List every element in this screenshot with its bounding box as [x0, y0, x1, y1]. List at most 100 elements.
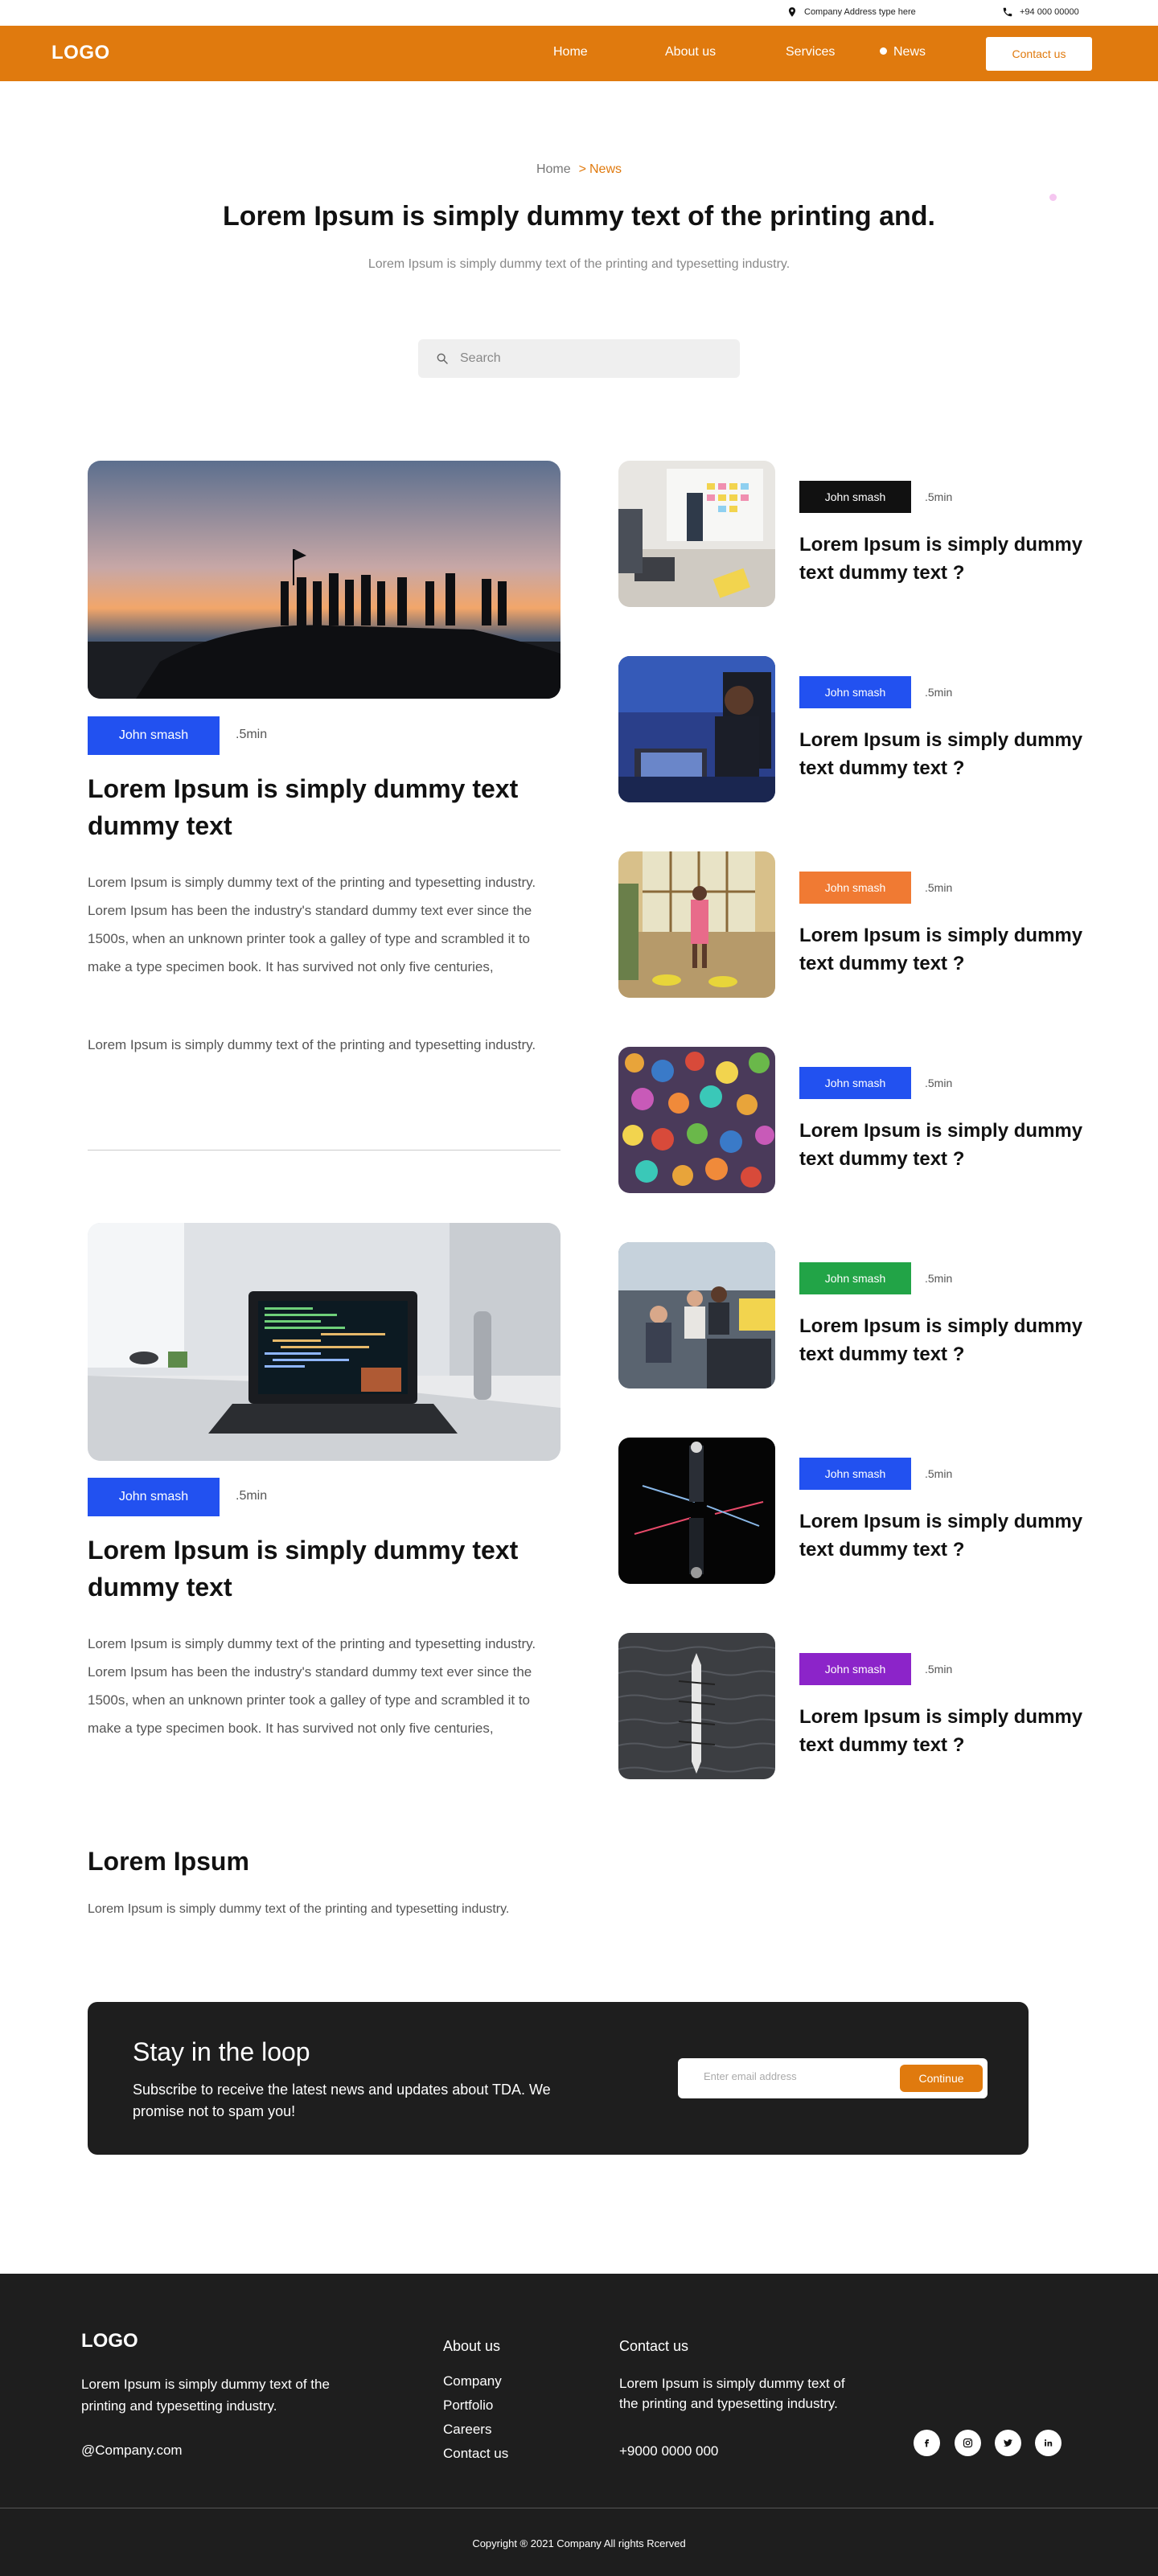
footer-phone[interactable]: +9000 0000 000 [619, 2443, 718, 2459]
side-post-title[interactable]: Lorem Ipsum is simply dummy text dummy t… [799, 1117, 1105, 1173]
section-body: Lorem Ipsum is simply dummy text of the … [88, 1902, 510, 1916]
contact-us-button[interactable]: Contact us [986, 37, 1092, 71]
featured-title[interactable]: Lorem Ipsum is simply dummy text dummy t… [88, 770, 538, 844]
section-divider [88, 1150, 561, 1151]
newsletter-title: Stay in the loop [133, 2037, 310, 2066]
sunset-silhouette-image [88, 461, 561, 699]
featured-image-laptop[interactable] [88, 1223, 561, 1461]
featured-title[interactable]: Lorem Ipsum is simply dummy text dummy t… [88, 1532, 538, 1606]
read-time: .5min [925, 1663, 953, 1676]
newsletter-body: Subscribe to receive the latest news and… [133, 2082, 551, 2119]
side-post-title[interactable]: Lorem Ipsum is simply dummy text dummy t… [799, 1312, 1105, 1368]
continue-button[interactable]: Continue [900, 2065, 983, 2092]
puzzle-pieces-image [618, 1047, 775, 1193]
nav-home[interactable]: Home [553, 45, 588, 59]
section-heading: Lorem Ipsum [88, 1847, 249, 1876]
nav-services[interactable]: Services [786, 45, 835, 59]
instagram-icon[interactable] [955, 2430, 981, 2456]
side-post-title[interactable]: Lorem Ipsum is simply dummy text dummy t… [799, 921, 1105, 978]
newsletter-panel: Stay in the loop Subscribe to receive th… [88, 2002, 1029, 2155]
read-time: .5min [925, 881, 953, 894]
page-subtitle: Lorem Ipsum is simply dummy text of the … [368, 257, 790, 271]
whiteboard-meeting-image [618, 461, 775, 607]
newsletter-form: Continue [678, 2058, 988, 2098]
address-info: Company Address type here [786, 6, 916, 18]
footer-contact-text: Lorem Ipsum is simply dummy text of the … [619, 2376, 845, 2411]
read-time: .5min [925, 1272, 953, 1285]
side-post-image[interactable] [618, 461, 775, 607]
author-badge[interactable]: John smash [799, 676, 911, 708]
footer-contact-heading: Contact us [619, 2338, 689, 2354]
read-time: .5min [236, 728, 268, 741]
address-text: Company Address type here [804, 7, 916, 17]
side-post-title[interactable]: Lorem Ipsum is simply dummy text dummy t… [799, 1507, 1105, 1564]
featured-image-sunset[interactable] [88, 461, 561, 699]
main-header: LOGO Home About us Services News Contact… [0, 26, 1158, 81]
author-badge[interactable]: John smash [799, 1653, 911, 1685]
side-post-image[interactable] [618, 851, 775, 998]
facebook-icon[interactable] [914, 2430, 940, 2456]
woman-laptop-image [618, 656, 775, 802]
phone-icon [1003, 7, 1012, 17]
side-post-image[interactable] [618, 1633, 775, 1779]
nav-news-label: News [893, 45, 926, 59]
footer-about-heading: About us [443, 2338, 501, 2354]
side-post-title[interactable]: Lorem Ipsum is simply dummy text dummy t… [799, 531, 1105, 587]
logo[interactable]: LOGO [51, 42, 110, 64]
author-badge[interactable]: John smash [799, 1067, 911, 1099]
decorative-dot [1049, 194, 1057, 201]
footer-link-contact[interactable]: Contact us [443, 2446, 508, 2462]
email-field[interactable] [704, 2070, 881, 2082]
footer-description: Lorem Ipsum is simply dummy text of the … [81, 2377, 330, 2414]
top-info-bar: Company Address type here +94 000 00000 [0, 0, 1158, 26]
side-post-title[interactable]: Lorem Ipsum is simply dummy text dummy t… [799, 726, 1105, 782]
nav-about-us[interactable]: About us [665, 45, 716, 59]
copyright-text: Copyright ® 2021 Company All rights Rcer… [472, 2537, 686, 2549]
author-badge[interactable]: John smash [799, 481, 911, 513]
read-time: .5min [925, 490, 953, 503]
footer: LOGO Lorem Ipsum is simply dummy text of… [0, 2274, 1158, 2576]
search-input[interactable] [460, 351, 717, 366]
linkedin-icon[interactable] [1035, 2430, 1062, 2456]
breadcrumb-home[interactable]: Home [536, 162, 571, 176]
author-badge[interactable]: John smash [799, 872, 911, 904]
featured-body: Lorem Ipsum is simply dummy text of the … [88, 875, 536, 974]
read-time: .5min [925, 1077, 953, 1089]
featured-body-extra: Lorem Ipsum is simply dummy text of the … [88, 1037, 536, 1052]
footer-handle[interactable]: @Company.com [81, 2443, 183, 2459]
side-post-image[interactable] [618, 656, 775, 802]
read-time: .5min [236, 1489, 268, 1503]
footer-link-portfolio[interactable]: Portfolio [443, 2398, 493, 2414]
search-box[interactable] [418, 339, 740, 378]
phone-info: +94 000 00000 [1002, 6, 1079, 18]
rowing-boat-image [618, 1633, 775, 1779]
breadcrumb-separator: > [578, 162, 586, 176]
footer-link-careers[interactable]: Careers [443, 2422, 491, 2438]
nav-news[interactable]: News [880, 45, 926, 59]
breadcrumb-current: News [589, 162, 622, 176]
twitter-icon[interactable] [995, 2430, 1021, 2456]
side-post-title[interactable]: Lorem Ipsum is simply dummy text dummy t… [799, 1703, 1105, 1759]
classroom-kids-image [618, 851, 775, 998]
author-badge[interactable]: John smash [799, 1458, 911, 1490]
fencing-silhouette-image [618, 1438, 775, 1584]
side-post-image[interactable] [618, 1438, 775, 1584]
author-badge[interactable]: John smash [88, 1478, 220, 1516]
page-title: Lorem Ipsum is simply dummy text of the … [223, 201, 935, 232]
breadcrumb: Home > News [0, 162, 1158, 177]
office-meeting-image [618, 1242, 775, 1388]
author-badge[interactable]: John smash [88, 716, 220, 755]
read-time: .5min [925, 686, 953, 699]
location-pin-icon [788, 7, 796, 17]
footer-logo[interactable]: LOGO [81, 2330, 138, 2352]
author-badge[interactable]: John smash [799, 1262, 911, 1294]
featured-body: Lorem Ipsum is simply dummy text of the … [88, 1636, 536, 1736]
side-post-image[interactable] [618, 1047, 775, 1193]
active-dot-icon [880, 47, 887, 55]
laptop-desk-image [88, 1223, 561, 1461]
phone-text: +94 000 00000 [1020, 7, 1079, 17]
footer-link-company[interactable]: Company [443, 2373, 502, 2389]
read-time: .5min [925, 1467, 953, 1480]
search-icon [437, 353, 448, 364]
side-post-image[interactable] [618, 1242, 775, 1388]
